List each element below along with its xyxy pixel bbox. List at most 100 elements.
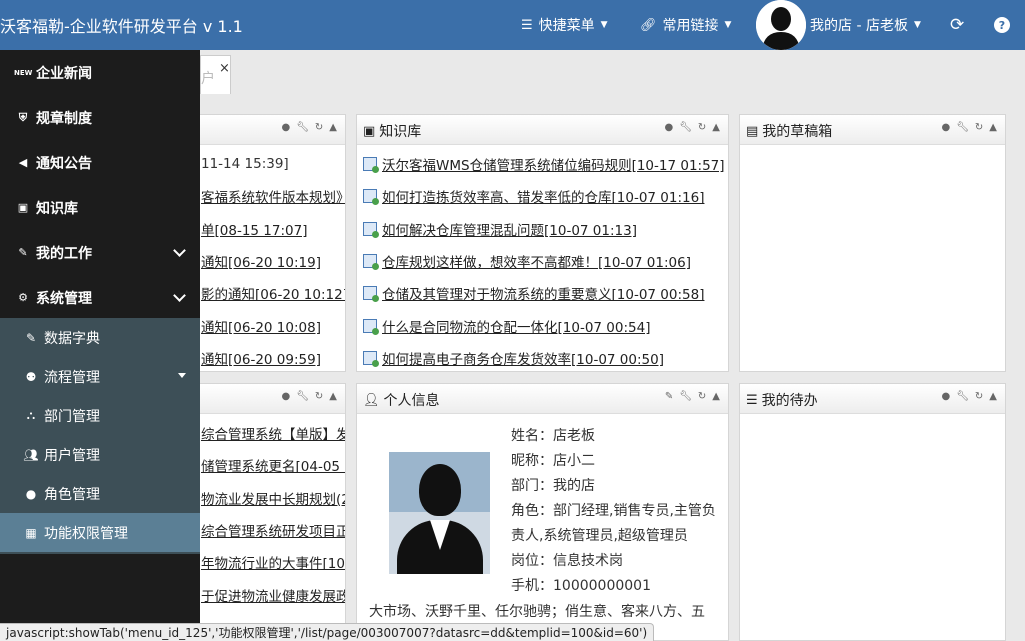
wrench-icon[interactable]: 🔧︎ — [296, 122, 309, 133]
wrench-icon[interactable]: 🔧︎ — [296, 391, 309, 402]
document-icon — [363, 221, 379, 238]
collapse-icon[interactable]: ▲ — [329, 391, 337, 402]
sidebar-item-system[interactable]: ⚙ 系统管理 — [0, 275, 200, 320]
list-item[interactable]: 储管理系统更名[04-05 1 — [201, 449, 345, 481]
list-item[interactable]: 通知[06-20 10:08] — [201, 309, 345, 341]
panel-tools: ● 🔧︎ ↻ ▲ — [281, 122, 337, 133]
top-navbar: 沃客福勒-企业软件研发平台 v 1.1 ☰ 快捷菜单 ▼ 🔗︎ 常用链接 ▼ 我… — [0, 0, 1025, 50]
list-item[interactable]: 沃尔客福WMS仓储管理系统储位编码规则[10-17 01:57] — [363, 148, 728, 180]
list-item[interactable]: 仓储及其管理对于物流系统的重要意义[10-07 00:58] — [363, 277, 728, 309]
profile-nickname-row: 昵称：店小二 — [511, 453, 595, 469]
refresh-icon[interactable]: ↻ — [315, 391, 323, 402]
list-item[interactable]: 单[08-15 17:07] — [201, 213, 345, 245]
sidebar-item-permissions[interactable]: ▦ 功能权限管理 — [0, 513, 200, 552]
sidebar: NEW 企业新闻 ⛨ 规章制度 ◀︎ 通知公告 ▣ 知识库 ✎ 我的工作 ⚙ 系… — [0, 50, 200, 641]
tab-user[interactable]: 户 × — [200, 55, 231, 94]
wrench-icon[interactable]: 🔧︎ — [679, 122, 692, 133]
help-icon: ? — [994, 17, 1010, 33]
dictionary-icon: ✎ — [25, 330, 37, 345]
user-menu-dropdown[interactable]: 我的店 - 店老板 ▼ — [756, 0, 921, 50]
panel-tools: ● 🔧︎ ↻ ▲ — [941, 391, 997, 402]
refresh-icon[interactable]: ↻ — [975, 122, 983, 133]
list-item[interactable]: 通知[06-20 10:19] — [201, 245, 345, 277]
list-item[interactable]: 如何解决仓库管理混乱问题[10-07 01:13] — [363, 213, 728, 245]
sidebar-item-knowledge[interactable]: ▣ 知识库 — [0, 185, 200, 230]
user-label: 我的店 - 店老板 — [810, 18, 908, 34]
new-badge-icon: NEW — [14, 68, 33, 77]
minus-circle-icon[interactable]: ● — [941, 391, 950, 402]
refresh-icon[interactable]: ↻ — [315, 122, 323, 133]
refresh-icon[interactable]: ↻ — [698, 391, 706, 402]
app-title: 沃客福勒-企业软件研发平台 v 1.1 — [0, 17, 243, 36]
document-icon — [363, 254, 379, 271]
document-icon — [363, 350, 379, 367]
collapse-icon[interactable]: ▲ — [989, 122, 997, 133]
wrench-icon[interactable]: 🔧︎ — [956, 122, 969, 133]
list-item[interactable]: 客福系统软件版本规划》 — [201, 180, 345, 212]
profile-name-row: 姓名：店老板 — [511, 428, 595, 444]
list-item[interactable]: 物流业发展中长期规划(2 — [201, 482, 345, 514]
list-item[interactable]: 于促进物流业健康发展政 — [201, 578, 345, 610]
edit-icon: ✎ — [18, 246, 28, 259]
collapse-icon[interactable]: ▲ — [712, 391, 720, 402]
panel-header: ☰ 我的待办 ● 🔧︎ ↻ ▲ — [740, 384, 1005, 414]
list-item[interactable]: 如何提高电子商务仓库发货效率[10-07 00:50] — [363, 342, 728, 371]
list-item[interactable]: 11-14 15:39] — [201, 148, 345, 180]
sidebar-item-data-dictionary[interactable]: ✎ 数据字典 — [0, 318, 200, 357]
sidebar-item-news[interactable]: NEW 企业新闻 — [0, 50, 200, 95]
refresh-button[interactable]: ⟳ — [950, 0, 964, 50]
sidebar-item-workflow[interactable]: ⚉ 流程管理 — [0, 357, 200, 396]
refresh-icon[interactable]: ↻ — [698, 122, 706, 133]
quick-menu-label: 快捷菜单 — [538, 18, 595, 34]
panel-drafts: ▤ 我的草稿箱 ● 🔧︎ ↻ ▲ — [739, 114, 1006, 372]
panel-personal-info: 👤︎ 个人信息 ✎ 🔧︎ ↻ ▲ 姓名：店老板 昵称：店小二 部门：我的店 角色… — [356, 383, 729, 641]
collapse-icon[interactable]: ▲ — [989, 391, 997, 402]
list-item[interactable]: 综合管理系统【单版】发 — [201, 417, 345, 449]
user-silhouette-icon — [756, 0, 806, 50]
edit-icon[interactable]: ✎ — [665, 391, 673, 402]
profile-motto: 大市场、沃野千里、任尔驰骋；俏生意、客来八方、五 — [369, 604, 705, 620]
profile-dept-row: 部门：我的店 — [511, 478, 595, 494]
collapse-icon[interactable]: ▲ — [712, 122, 720, 133]
quick-menu-dropdown[interactable]: ☰ 快捷菜单 ▼ — [521, 0, 608, 50]
shield-icon: ⛨ — [18, 110, 28, 124]
minus-circle-icon[interactable]: ● — [941, 122, 950, 133]
list-item[interactable]: 仓库规划这样做，想效率不高都难！[10-07 01:06] — [363, 245, 728, 277]
refresh-icon[interactable]: ↻ — [975, 391, 983, 402]
minus-circle-icon[interactable]: ● — [281, 122, 290, 133]
panel-tools: ● 🔧︎ ↻ ▲ — [281, 391, 337, 402]
sidebar-item-departments[interactable]: ⛬ 部门管理 — [0, 396, 200, 435]
list-item[interactable]: 如何打造拣货效率高、错发率低的仓库[10-07 01:16] — [363, 180, 728, 212]
sidebar-item-notices[interactable]: ◀︎ 通知公告 — [0, 140, 200, 185]
list-item[interactable]: 什么是合同物流的仓配一体化[10-07 00:54] — [363, 309, 728, 341]
common-links-dropdown[interactable]: 🔗︎ 常用链接 ▼ — [640, 0, 731, 50]
list-item[interactable]: 综合管理系统研发项目正 — [201, 514, 345, 546]
caret-down-icon: ▼ — [913, 20, 921, 30]
panel-title: ☰ 我的待办 — [746, 392, 818, 410]
close-icon[interactable]: × — [219, 61, 230, 76]
list-item[interactable]: 通知[06-20 09:59] — [201, 342, 345, 371]
list-item[interactable]: 影的通知[06-20 10:12] — [201, 277, 345, 309]
profile-details: 姓名：店老板 昵称：店小二 部门：我的店 角色：部门经理,销售专员,主管负责人,… — [511, 424, 725, 599]
document-icon — [363, 157, 379, 174]
help-button[interactable]: ? — [994, 0, 1010, 50]
sidebar-item-users[interactable]: 👥︎ 用户管理 — [0, 435, 200, 474]
knowledge-list: 沃尔客福WMS仓储管理系统储位编码规则[10-17 01:57] 如何打造拣货效… — [357, 145, 728, 371]
panel-header: ▣ 知识库 ● 🔧︎ ↻ ▲ — [357, 115, 728, 145]
sidebar-item-regulations[interactable]: ⛨ 规章制度 — [0, 95, 200, 140]
sidebar-item-roles[interactable]: ● 角色管理 — [0, 474, 200, 513]
caret-down-icon: ▼ — [724, 20, 732, 30]
sidebar-item-my-work[interactable]: ✎ 我的工作 — [0, 230, 200, 275]
chevron-down-icon — [173, 244, 186, 257]
tab-strip: 户 × — [200, 50, 1025, 94]
panel-tools: ● 🔧︎ ↻ ▲ — [664, 122, 720, 133]
permission-icon: ▦ — [25, 525, 37, 540]
minus-circle-icon[interactable]: ● — [281, 391, 290, 402]
list-item[interactable]: 年物流行业的大事件[10- — [201, 546, 345, 578]
wrench-icon[interactable]: 🔧︎ — [679, 391, 692, 402]
panel-todo: ☰ 我的待办 ● 🔧︎ ↻ ▲ — [739, 383, 1006, 641]
wrench-icon[interactable]: 🔧︎ — [956, 391, 969, 402]
minus-circle-icon[interactable]: ● — [664, 122, 673, 133]
panel-header: ▤ 我的草稿箱 ● 🔧︎ ↻ ▲ — [740, 115, 1005, 145]
collapse-icon[interactable]: ▲ — [329, 122, 337, 133]
